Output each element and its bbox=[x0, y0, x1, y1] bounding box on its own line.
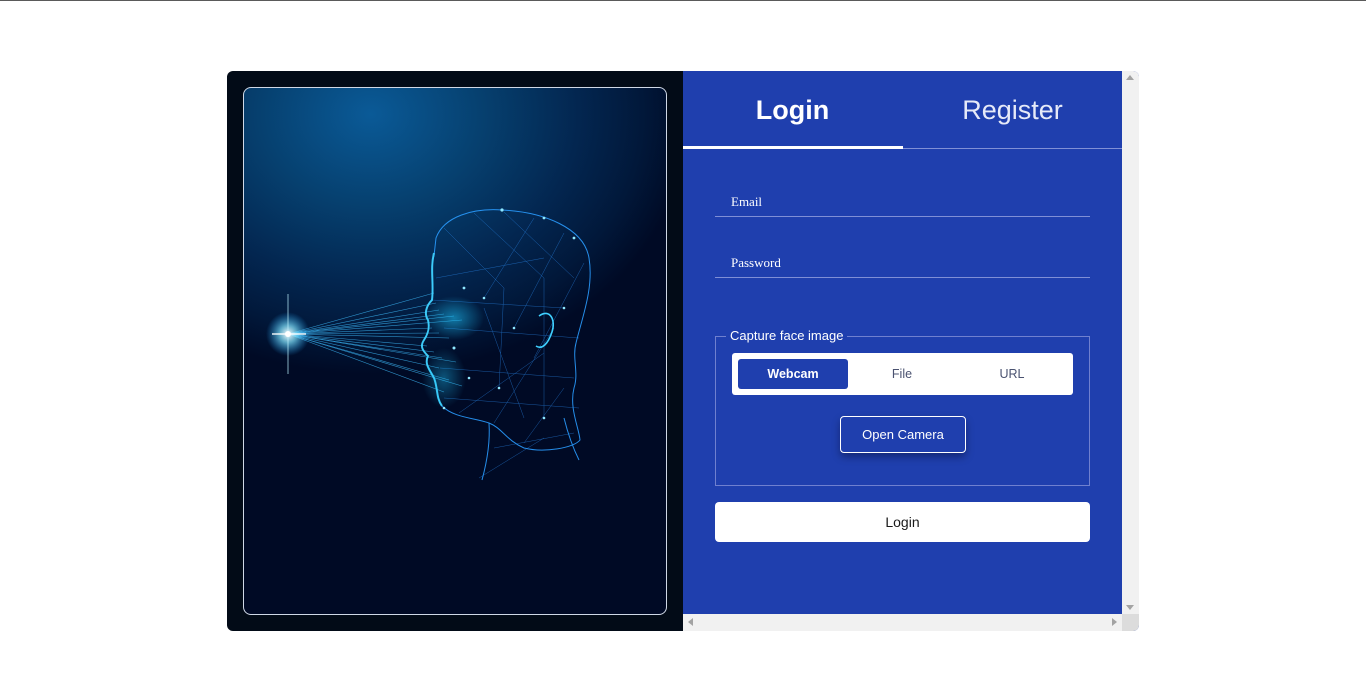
scroll-up-icon[interactable] bbox=[1126, 75, 1134, 80]
login-submit-button[interactable]: Login bbox=[715, 502, 1090, 542]
tab-login[interactable]: Login bbox=[683, 71, 902, 149]
email-input[interactable] bbox=[715, 177, 1090, 216]
email-field bbox=[715, 177, 1090, 217]
scrollbar-corner bbox=[1122, 614, 1139, 631]
face-scan-illustration bbox=[243, 87, 667, 615]
option-url[interactable]: URL bbox=[957, 359, 1067, 389]
option-file[interactable]: File bbox=[847, 359, 957, 389]
tab-register[interactable]: Register bbox=[903, 71, 1122, 149]
open-camera-button[interactable]: Open Camera bbox=[840, 416, 966, 453]
active-tab-indicator bbox=[683, 146, 903, 149]
scroll-down-icon[interactable] bbox=[1126, 605, 1134, 610]
capture-face-group: Capture face image Webcam File URL Open … bbox=[715, 328, 1090, 486]
capture-source-selector: Webcam File URL bbox=[732, 353, 1073, 395]
scroll-left-icon[interactable] bbox=[688, 618, 693, 626]
top-border bbox=[0, 0, 1366, 1]
auth-card: Login Register Capture face image Webcam… bbox=[227, 71, 1139, 631]
illustration-panel bbox=[227, 71, 683, 631]
option-webcam[interactable]: Webcam bbox=[738, 359, 848, 389]
face-scan-wireframe-icon bbox=[266, 208, 591, 481]
vertical-scrollbar[interactable] bbox=[1122, 71, 1139, 614]
auth-panel: Login Register Capture face image Webcam… bbox=[683, 71, 1139, 631]
auth-tabs: Login Register bbox=[683, 71, 1122, 149]
password-input[interactable] bbox=[715, 238, 1090, 277]
capture-face-legend: Capture face image bbox=[726, 328, 848, 343]
password-field bbox=[715, 238, 1090, 278]
horizontal-scrollbar[interactable] bbox=[683, 614, 1122, 631]
scroll-right-icon[interactable] bbox=[1112, 618, 1117, 626]
